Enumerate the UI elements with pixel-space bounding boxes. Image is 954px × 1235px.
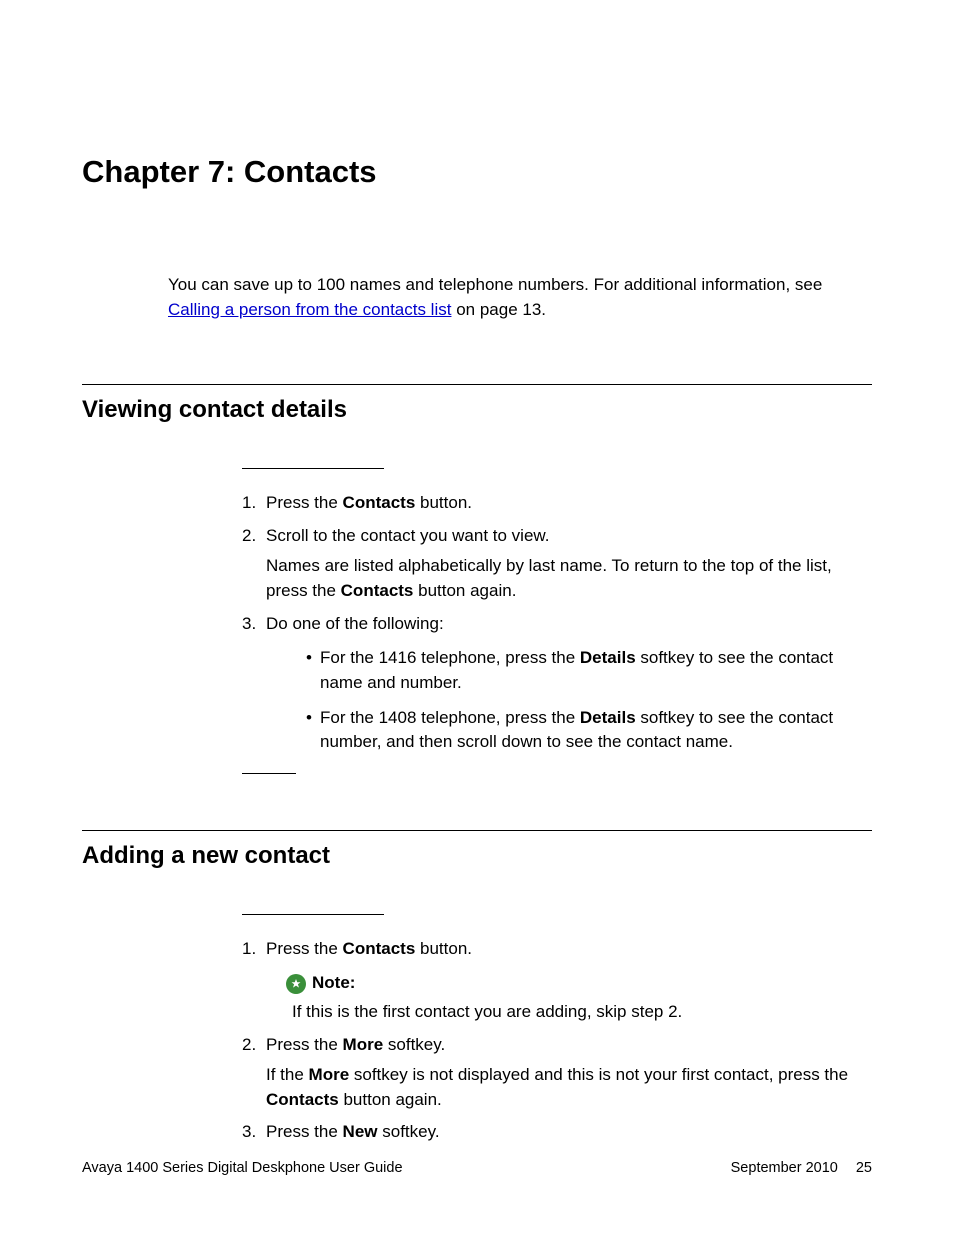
step-text: Press the New softkey. — [266, 1120, 872, 1145]
section-heading-adding: Adding a new contact — [82, 839, 872, 874]
list-item: For the 1416 telephone, press the Detail… — [306, 646, 872, 695]
step-text: Scroll to the contact you want to view. … — [266, 524, 872, 604]
page-body: Chapter 7: Contacts You can save up to 1… — [0, 0, 954, 1213]
steps-list-viewing: 1. Press the Contacts button. 2. Scroll … — [82, 491, 872, 755]
sub-bullets: For the 1416 telephone, press the Detail… — [266, 646, 872, 755]
step-number: 2. — [242, 524, 256, 549]
short-rule-end — [242, 773, 296, 774]
note-text: If this is the first contact you are add… — [286, 1000, 872, 1025]
step-text: Press the Contacts button. Note: If this… — [266, 937, 872, 1025]
step-text: Press the Contacts button. — [266, 491, 872, 516]
list-item: 2. Press the More softkey. If the More s… — [242, 1033, 872, 1113]
short-rule — [242, 914, 384, 915]
chapter-title: Chapter 7: Contacts — [82, 150, 872, 195]
list-item: 3. Do one of the following: For the 1416… — [242, 612, 872, 755]
step-number: 1. — [242, 937, 256, 962]
footer-doc-title: Avaya 1400 Series Digital Deskphone User… — [82, 1158, 403, 1179]
footer-date: September 2010 — [731, 1158, 838, 1179]
list-item: 2. Scroll to the contact you want to vie… — [242, 524, 872, 604]
list-item: For the 1408 telephone, press the Detail… — [306, 706, 872, 755]
step-detail: Names are listed alphabetically by last … — [266, 554, 872, 603]
page-footer: Avaya 1400 Series Digital Deskphone User… — [82, 1158, 872, 1179]
note-heading: Note: — [286, 971, 872, 996]
step-number: 3. — [242, 612, 256, 637]
steps-list-adding: 1. Press the Contacts button. Note: If t… — [82, 937, 872, 1145]
step-number: 3. — [242, 1120, 256, 1145]
step-text: Do one of the following: For the 1416 te… — [266, 612, 872, 755]
list-item: 1. Press the Contacts button. — [242, 491, 872, 516]
intro-paragraph: You can save up to 100 names and telepho… — [82, 273, 872, 322]
intro-link[interactable]: Calling a person from the contacts list — [168, 300, 451, 319]
note-label: Note: — [312, 971, 355, 996]
note-icon — [286, 974, 306, 994]
list-item: 3. Press the New softkey. — [242, 1120, 872, 1145]
footer-page-number: 25 — [856, 1158, 872, 1179]
intro-text-pre: You can save up to 100 names and telepho… — [168, 275, 822, 294]
note-block: Note: If this is the first contact you a… — [266, 971, 872, 1024]
section-heading-viewing: Viewing contact details — [82, 393, 872, 428]
intro-text-post: on page 13. — [451, 300, 546, 319]
step-number: 2. — [242, 1033, 256, 1058]
step-text: Press the More softkey. If the More soft… — [266, 1033, 872, 1113]
short-rule — [242, 468, 384, 469]
list-item: 1. Press the Contacts button. Note: If t… — [242, 937, 872, 1025]
section-divider — [82, 384, 872, 385]
section-divider — [82, 830, 872, 831]
step-detail: If the More softkey is not displayed and… — [266, 1063, 872, 1112]
step-number: 1. — [242, 491, 256, 516]
